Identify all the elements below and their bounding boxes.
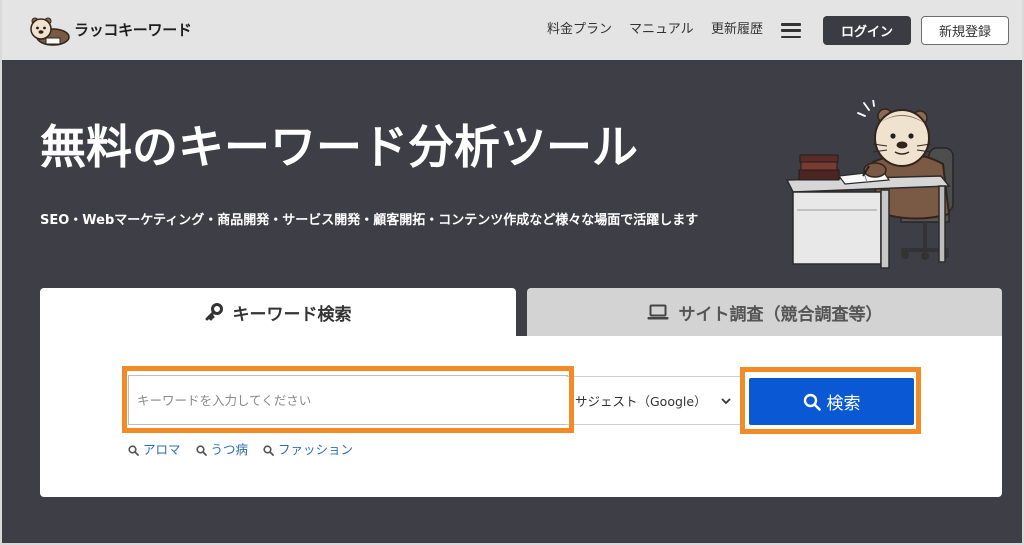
suggest-source-selected: サジェスト（Google） [575, 394, 707, 409]
hero-subtitle: SEO・Webマーケティング・商品開発・サービス開発・顧客開拓・コンテンツ作成な… [40, 213, 699, 228]
search-panel: サジェスト（Google） 検索 アロマ うつ病 [40, 336, 1002, 497]
nav-pricing[interactable]: 料金プラン [547, 21, 612, 39]
suggestion-label: ファッション [278, 442, 354, 457]
logo-text: ラッコキーワード [74, 21, 192, 39]
search-icon [263, 444, 274, 456]
suggestion-label: アロマ [143, 442, 181, 457]
suggestion-label: うつ病 [210, 442, 249, 457]
suggestion-link[interactable]: ファッション [263, 441, 353, 459]
tab-site-research-label: サイト調査（競合調査等） [678, 304, 883, 325]
hamburger-bar [781, 29, 801, 32]
login-button[interactable]: ログイン [823, 16, 911, 45]
laptop-icon [647, 304, 668, 320]
tab-keyword-search-label: キーワード検索 [232, 304, 352, 325]
hamburger-menu-icon[interactable] [781, 23, 801, 38]
hamburger-bar [781, 23, 801, 26]
suggestion-link[interactable]: うつ病 [195, 441, 249, 459]
search-icon [128, 444, 139, 456]
otter-logo-icon [30, 17, 70, 46]
nav-changelog[interactable]: 更新履歴 [711, 21, 763, 39]
signup-button[interactable]: 新規登録 [921, 16, 1009, 45]
keyword-search-input[interactable] [128, 375, 568, 425]
suggestion-list: アロマ うつ病 ファッション [128, 441, 353, 459]
key-icon [205, 303, 223, 321]
search-icon [803, 393, 821, 411]
chevron-down-icon [721, 398, 731, 405]
search-icon [195, 444, 207, 456]
search-submit-label: 検索 [826, 394, 861, 414]
tab-keyword-search[interactable]: キーワード検索 [40, 288, 516, 336]
suggest-source-select[interactable]: サジェスト（Google） [566, 376, 742, 425]
site-logo[interactable]: ラッコキーワード [28, 10, 192, 50]
hero-title: 無料のキーワード分析ツール [40, 120, 638, 174]
otter-illustration [785, 100, 954, 269]
suggestion-link[interactable]: アロマ [128, 441, 181, 459]
search-submit-button[interactable]: 検索 [749, 378, 914, 425]
nav-manual[interactable]: マニュアル [629, 21, 694, 39]
tab-site-research[interactable]: サイト調査（競合調査等） [527, 288, 1002, 336]
hamburger-bar [781, 35, 801, 38]
site-header: ラッコキーワード 料金プラン マニュアル 更新履歴 ログイン 新規登録 [0, 0, 1024, 60]
